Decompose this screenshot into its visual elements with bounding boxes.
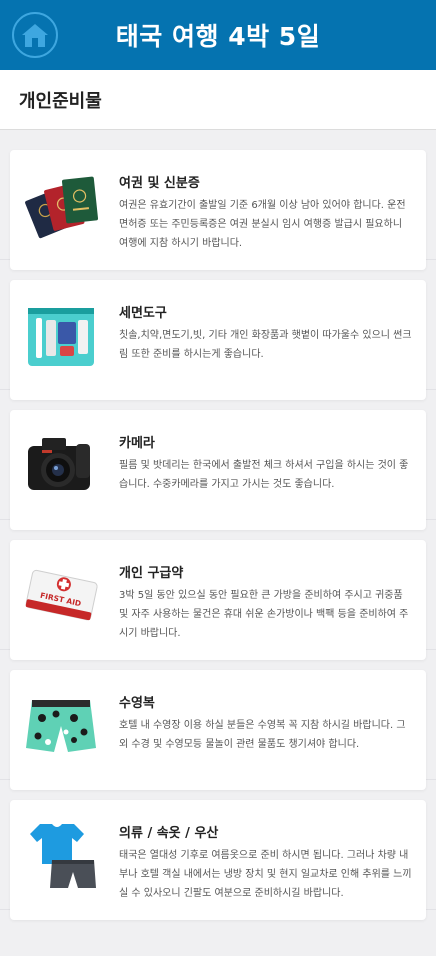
- swim-shorts-image: [26, 700, 96, 752]
- clothing-image: [30, 824, 96, 888]
- item-card[interactable]: FIRST AID 개인 구급약 3박 5일 동안 있으실 동안 필요한 큰 가…: [10, 540, 426, 660]
- app-header: 태국 여행 4박 5일: [0, 0, 436, 70]
- item-description: 태국은 열대성 기후로 여름옷으로 준비 하시면 됩니다. 그러나 차량 내부나…: [119, 850, 412, 899]
- item-title: 카메라: [119, 436, 155, 451]
- item-card[interactable]: 의류 / 속옷 / 우산 태국은 열대성 기후로 여름옷으로 준비 하시면 됩니…: [10, 800, 426, 920]
- item-card[interactable]: 카메라 필름 및 밧데리는 한국에서 출발전 체크 하셔서 구입을 하시는 것이…: [10, 410, 426, 530]
- item-description: 필름 및 밧데리는 한국에서 출발전 체크 하셔서 구입을 하시는 것이 좋습니…: [119, 460, 409, 490]
- item-card[interactable]: 여권 및 신분증 여권은 유효기간이 출발일 기준 6개월 이상 남아 있어야 …: [10, 150, 426, 270]
- item-card[interactable]: 수영복 호텔 내 수영장 이용 하실 분들은 수영복 꼭 지참 하시길 바랍니다…: [10, 670, 426, 790]
- camera-image: [28, 438, 90, 490]
- toiletries-bag-image: [28, 308, 94, 366]
- passports-image: [25, 176, 99, 239]
- item-description: 여권은 유효기간이 출발일 기준 6개월 이상 남아 있어야 합니다. 운전면허…: [119, 200, 406, 249]
- items-list: 여권 및 신분증 여권은 유효기간이 출발일 기준 6개월 이상 남아 있어야 …: [0, 130, 436, 920]
- item-title: 개인 구급약: [119, 566, 184, 581]
- home-icon: [22, 24, 48, 47]
- list-item: 카메라 필름 및 밧데리는 한국에서 출발전 체크 하셔서 구입을 하시는 것이…: [0, 390, 436, 530]
- item-card[interactable]: 세면도구 칫솔,치약,면도기,빗, 기타 개인 화장품과 햇볕이 따가울수 있으…: [10, 280, 426, 400]
- first-aid-kit-image: FIRST AID: [25, 569, 98, 621]
- item-title: 수영복: [119, 696, 155, 711]
- section-header: 개인준비물: [0, 70, 436, 130]
- home-button[interactable]: [12, 12, 58, 58]
- page-title: 태국 여행 4박 5일: [115, 22, 321, 51]
- item-title: 여권 및 신분증: [119, 176, 200, 191]
- item-description: 3박 5일 동안 있으실 동안 필요한 큰 가방을 준비하여 주시고 귀중품 및…: [119, 590, 409, 639]
- item-description: 호텔 내 수영장 이용 하실 분들은 수영복 꼭 지참 하시길 바랍니다. 그 …: [119, 720, 406, 750]
- list-item: 세면도구 칫솔,치약,면도기,빗, 기타 개인 화장품과 햇볕이 따가울수 있으…: [0, 260, 436, 400]
- list-item: FIRST AID 개인 구급약 3박 5일 동안 있으실 동안 필요한 큰 가…: [0, 520, 436, 660]
- item-description: 칫솔,치약,면도기,빗, 기타 개인 화장품과 햇볕이 따가울수 있으니 썬크림…: [119, 330, 412, 360]
- list-item: 수영복 호텔 내 수영장 이용 하실 분들은 수영복 꼭 지참 하시길 바랍니다…: [0, 650, 436, 790]
- item-title: 세면도구: [119, 306, 167, 321]
- item-title: 의류 / 속옷 / 우산: [119, 826, 219, 841]
- list-item: 의류 / 속옷 / 우산 태국은 열대성 기후로 여름옷으로 준비 하시면 됩니…: [0, 780, 436, 920]
- list-item: 여권 및 신분증 여권은 유효기간이 출발일 기준 6개월 이상 남아 있어야 …: [0, 130, 436, 270]
- section-title: 개인준비물: [19, 90, 102, 112]
